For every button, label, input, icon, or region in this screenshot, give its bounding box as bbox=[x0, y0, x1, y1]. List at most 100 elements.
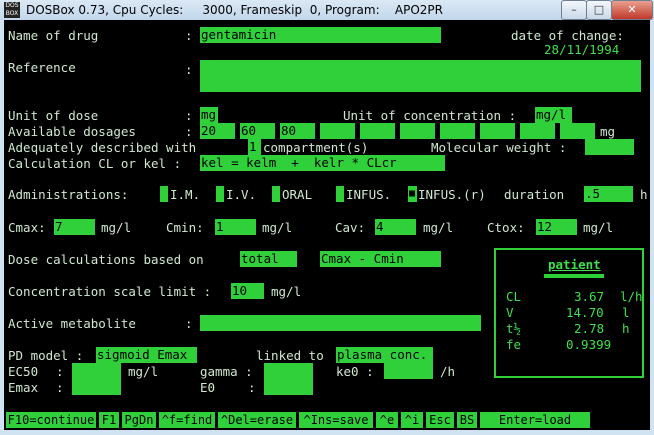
f10-continue-key[interactable]: F10=continue bbox=[6, 412, 96, 428]
cav-field[interactable]: 4 bbox=[375, 219, 416, 235]
linked-label: linked to bbox=[256, 348, 324, 363]
dosage-field-4[interactable] bbox=[320, 123, 355, 139]
dosage-field-9[interactable] bbox=[520, 123, 555, 139]
dosage-field-6[interactable] bbox=[400, 123, 435, 139]
ec50-field[interactable] bbox=[72, 363, 121, 395]
cmin-label: Cmin: bbox=[166, 220, 204, 235]
compartments-label: compartment(s) bbox=[263, 140, 369, 155]
unit-dose-colon: : bbox=[185, 108, 193, 123]
ke0-field[interactable] bbox=[384, 363, 433, 379]
linked-field[interactable]: plasma conc. bbox=[336, 347, 433, 363]
gamma-field[interactable] bbox=[264, 363, 313, 395]
ctox-field[interactable]: 12 bbox=[536, 219, 577, 235]
reference-label: Reference bbox=[8, 60, 76, 75]
dosage-field-2[interactable]: 60 bbox=[240, 123, 275, 139]
scale-field[interactable]: 10 bbox=[231, 283, 264, 299]
dosage-field-7[interactable] bbox=[440, 123, 475, 139]
patient-thalf-unit: h bbox=[622, 321, 630, 336]
gamma-label: gamma : bbox=[200, 364, 253, 379]
admin-infus-r-checkbox-checked[interactable]: ■ bbox=[408, 186, 417, 202]
window-titlebar[interactable]: DOS BOX DOSBox 0.73, Cpu Cycles: 3000, F… bbox=[0, 0, 654, 20]
compartments-field[interactable]: 1 bbox=[248, 139, 261, 155]
ec50-label: EC50 bbox=[8, 364, 39, 379]
admin-iv-label: I.V. bbox=[226, 187, 257, 202]
close-button[interactable]: ✕ bbox=[611, 0, 653, 20]
dosage-field-3[interactable]: 80 bbox=[280, 123, 315, 139]
dose-calc-basis-field[interactable]: total bbox=[240, 251, 297, 267]
unit-dose-field[interactable]: mg bbox=[200, 107, 218, 123]
cmin-field[interactable]: 1 bbox=[215, 219, 256, 235]
patient-thalf-value: 2.78 bbox=[574, 321, 605, 336]
cmax-unit: mg/l bbox=[101, 220, 132, 235]
dose-calc-target-field[interactable]: Cmax - Cmin bbox=[320, 251, 441, 267]
admin-oral-checkbox[interactable] bbox=[272, 186, 280, 202]
calc-label: Calculation CL or kel : bbox=[8, 156, 182, 171]
f1-key[interactable]: F1 bbox=[99, 412, 119, 428]
name-label: Name of drug bbox=[8, 28, 99, 43]
emax-colon: : bbox=[56, 380, 64, 395]
admin-infus-checkbox[interactable] bbox=[336, 186, 344, 202]
e0-label: E0 bbox=[200, 380, 216, 395]
patient-fe-value: 0.9399 bbox=[566, 337, 612, 352]
cmin-unit: mg/l bbox=[262, 220, 293, 235]
molecular-weight-label: Molecular weight : bbox=[431, 140, 567, 155]
patient-title: patient bbox=[548, 257, 601, 272]
window-title: DOSBox 0.73, Cpu Cycles: 3000, Frameskip… bbox=[26, 3, 443, 17]
name-colon: : bbox=[185, 28, 193, 43]
cmax-field[interactable]: 7 bbox=[54, 219, 95, 235]
cav-unit: mg/l bbox=[423, 220, 454, 235]
e0-colon: : bbox=[248, 380, 256, 395]
available-dosages-label: Available dosages bbox=[8, 124, 136, 139]
reference-field[interactable] bbox=[200, 60, 641, 92]
ke0-label: ke0 : bbox=[336, 364, 374, 379]
pgdn-key[interactable]: PgDn bbox=[122, 412, 156, 428]
ec50-unit: mg/l bbox=[128, 364, 159, 379]
admin-iv-checkbox[interactable] bbox=[216, 186, 224, 202]
name-field[interactable]: gentamicin bbox=[200, 27, 441, 43]
admin-infus-r-label: INFUS.(r) bbox=[418, 187, 486, 202]
date-label: date of change: bbox=[511, 28, 624, 43]
dosage-field-5[interactable] bbox=[360, 123, 395, 139]
dosage-field-8[interactable] bbox=[480, 123, 515, 139]
patient-cl-label: CL bbox=[506, 289, 522, 304]
unit-conc-field[interactable]: mg/l bbox=[535, 107, 572, 123]
maximize-button[interactable]: □ bbox=[586, 0, 612, 20]
save-key[interactable]: ^Ins=save bbox=[299, 412, 373, 428]
dosage-field-1[interactable]: 20 bbox=[200, 123, 235, 139]
patient-cl-unit: l/h bbox=[620, 289, 643, 304]
ke0-unit: /h bbox=[440, 364, 456, 379]
pd-model-field[interactable]: sigmoid Emax bbox=[96, 347, 197, 363]
duration-field[interactable]: .5 bbox=[584, 186, 633, 202]
metabolite-field[interactable] bbox=[200, 315, 481, 331]
dosage-field-10[interactable] bbox=[560, 123, 595, 139]
admin-infus-label: INFUS. bbox=[346, 187, 392, 202]
unit-dose-label: Unit of dose bbox=[8, 108, 99, 123]
find-key[interactable]: ^f=find bbox=[159, 412, 215, 428]
function-key-bar: F10=continue F1 PgDn ^f=find ^Del=erase … bbox=[4, 410, 650, 430]
admin-im-checkbox[interactable] bbox=[160, 186, 168, 202]
minimize-button[interactable]: – bbox=[561, 0, 587, 20]
cmax-label: Cmax: bbox=[8, 220, 46, 235]
enter-load-key[interactable]: Enter=load bbox=[480, 412, 590, 428]
esc-key[interactable]: Esc bbox=[426, 412, 454, 428]
molecular-weight-field[interactable] bbox=[585, 139, 634, 155]
bs-key[interactable]: BS bbox=[457, 412, 477, 428]
patient-fe-label: fe bbox=[506, 337, 522, 352]
admin-oral-label: ORAL bbox=[282, 187, 313, 202]
duration-label: duration bbox=[504, 187, 565, 202]
ctox-unit: mg/l bbox=[583, 220, 614, 235]
patient-v-value: 14.70 bbox=[566, 305, 604, 320]
scale-label: Concentration scale limit : bbox=[8, 284, 212, 299]
calc-field[interactable]: kel = kelm + kelr * CLcr bbox=[200, 155, 445, 171]
ec50-colon: : bbox=[56, 364, 64, 379]
administrations-label: Administrations: bbox=[8, 187, 129, 202]
ctrl-e-key[interactable]: ^e bbox=[376, 412, 398, 428]
cav-label: Cav: bbox=[335, 220, 366, 235]
reference-colon: : bbox=[185, 62, 193, 77]
emax-label: Emax bbox=[8, 380, 39, 395]
unit-conc-label: Unit of concentration : bbox=[343, 108, 517, 123]
patient-thalf-label: t½ bbox=[506, 321, 522, 336]
ctrl-i-key[interactable]: ^i bbox=[401, 412, 423, 428]
patient-v-label: V bbox=[506, 305, 514, 320]
erase-key[interactable]: ^Del=erase bbox=[218, 412, 296, 428]
